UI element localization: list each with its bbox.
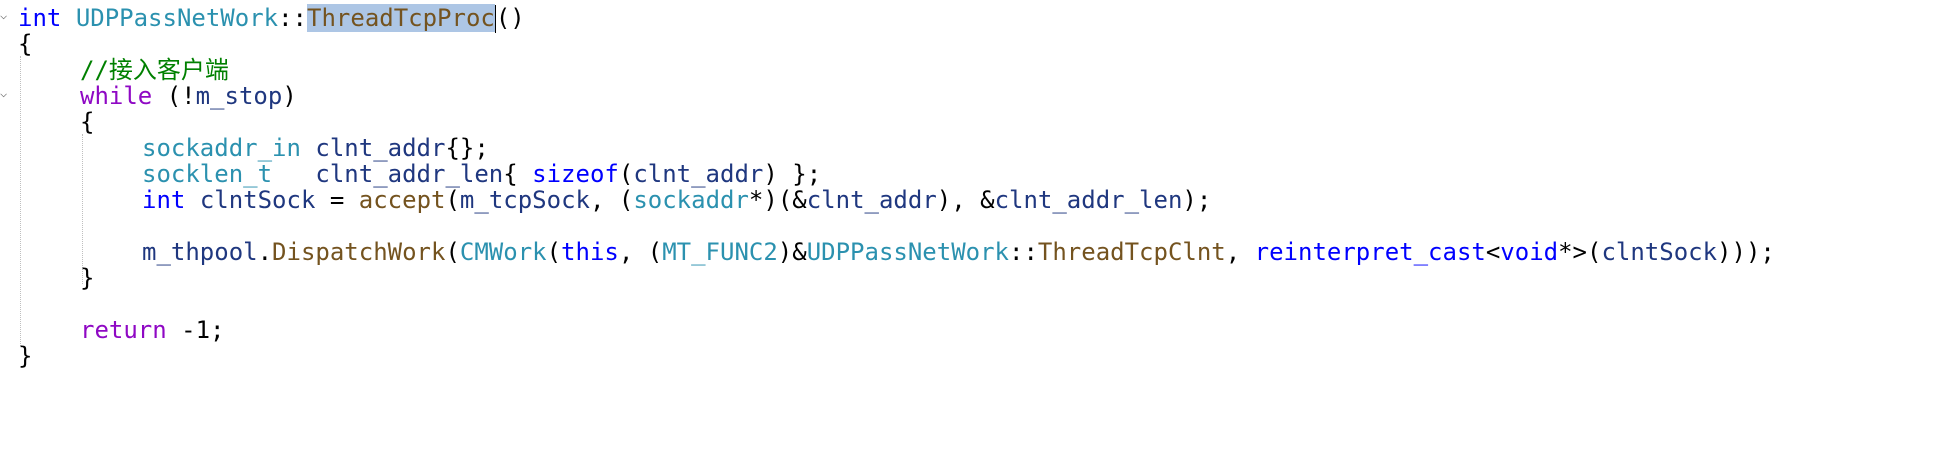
code-editor[interactable]: ⌵ ⌵ int UDPPassNetWork::ThreadTcpProc() …: [0, 0, 1938, 465]
scope-operator: ::: [278, 4, 308, 32]
code-line-4[interactable]: while (!m_stop): [80, 80, 297, 112]
assign-operator: =: [315, 186, 359, 214]
code-line-14[interactable]: }: [18, 340, 32, 372]
punct: (: [445, 238, 460, 266]
close-brace: }: [18, 342, 33, 370]
close-brace: }: [80, 264, 95, 292]
class-name: UDPPassNetWork: [75, 4, 279, 32]
punct: , (: [618, 238, 663, 266]
keyword-return: return: [80, 316, 167, 344]
parens: (): [495, 4, 525, 32]
function-threadtcpclnt: ThreadTcpClnt: [1037, 238, 1226, 266]
keyword-int: int: [142, 186, 186, 214]
chevron-down-icon[interactable]: ⌵: [0, 87, 10, 99]
code-line-13[interactable]: return -1;: [80, 314, 225, 346]
variable-clnt-sock: clntSock: [199, 186, 316, 214]
punct: );: [1182, 186, 1212, 214]
code-line-10[interactable]: m_thpool.DispatchWork(CMWork(this, (MT_F…: [142, 236, 1775, 268]
punct: (: [445, 186, 460, 214]
punct: (: [546, 238, 562, 266]
argument-clnt-addr: clnt_addr: [806, 186, 937, 214]
punct: *>(: [1558, 238, 1602, 266]
argument-m-tcpsock: m_tcpSock: [459, 186, 590, 214]
open-brace: {: [18, 30, 33, 58]
paren-open: (!: [152, 82, 196, 110]
scope-operator: ::: [1009, 238, 1038, 266]
code-line-2[interactable]: {: [18, 28, 32, 60]
indent-guide: [20, 56, 21, 346]
punct: ,: [1225, 238, 1255, 266]
type-cmwork: CMWork: [459, 238, 547, 266]
type-sockaddr: sockaddr: [633, 186, 749, 214]
selected-function-name[interactable]: ThreadTcpProc: [307, 4, 495, 32]
object-m-thpool: m_thpool: [142, 238, 258, 266]
paren-close: ): [282, 82, 297, 110]
editor-gutter: ⌵ ⌵: [0, 0, 16, 465]
return-value: -1;: [166, 316, 225, 344]
code-line-8[interactable]: int clntSock = accept(m_tcpSock, (sockad…: [142, 184, 1211, 216]
keyword-this: this: [561, 238, 619, 266]
argument-clnt-addr-len: clnt_addr_len: [994, 186, 1183, 214]
variable-m-stop: m_stop: [195, 82, 283, 110]
punct: )));: [1717, 238, 1775, 266]
punct: ), &: [936, 186, 995, 214]
argument-clntsock: clntSock: [1601, 238, 1718, 266]
code-line-1[interactable]: int UDPPassNetWork::ThreadTcpProc(): [18, 2, 525, 34]
dot-operator: .: [257, 238, 273, 266]
punct: *)(&: [748, 186, 807, 214]
chevron-down-icon[interactable]: ⌵: [0, 9, 10, 21]
keyword-reinterpret-cast: reinterpret_cast: [1254, 238, 1486, 266]
function-accept: accept: [358, 186, 446, 214]
punct: )&: [777, 238, 807, 266]
code-line-11[interactable]: }: [80, 262, 94, 294]
type-mt-func2: MT_FUNC2: [662, 238, 778, 266]
punct: <: [1485, 238, 1501, 266]
open-brace: {: [80, 108, 95, 136]
function-dispatchwork: DispatchWork: [272, 238, 446, 266]
keyword-void: void: [1500, 238, 1559, 266]
class-name: UDPPassNetWork: [806, 238, 1009, 266]
code-line-5[interactable]: {: [80, 106, 94, 138]
punct: , (: [589, 186, 634, 214]
